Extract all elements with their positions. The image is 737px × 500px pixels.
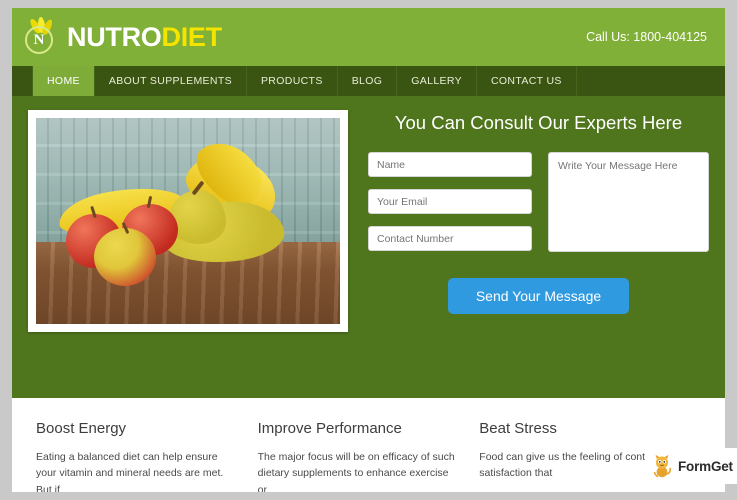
hero-image-frame — [28, 110, 348, 332]
send-message-button[interactable]: Send Your Message — [447, 278, 630, 314]
call-us-text[interactable]: Call Us: 1800-404125 — [586, 30, 707, 44]
features-section: Boost Energy Eating a balanced diet can … — [12, 398, 725, 492]
feature-text: The major focus will be on efficacy of s… — [257, 451, 455, 492]
site-header: N NUTRODIET Call Us: 1800-404125 — [12, 8, 725, 66]
feature-boost-energy: Boost Energy Eating a balanced diet can … — [36, 420, 258, 492]
brand-mark-letter: N — [33, 32, 45, 48]
nav-item-about-supplements[interactable]: ABOUT SUPPLEMENTS — [95, 66, 247, 96]
feature-text: Eating a balanced diet can help ensure y… — [36, 451, 224, 492]
hero-section: You Can Consult Our Experts Here Send Yo… — [12, 96, 725, 398]
formget-label: FormGet — [678, 458, 733, 474]
main-navigation: HOME ABOUT SUPPLEMENTS PRODUCTS BLOG GAL… — [12, 66, 725, 96]
name-input[interactable] — [368, 152, 532, 177]
wheat-leaf-icon: N — [22, 16, 60, 56]
nav-item-blog[interactable]: BLOG — [338, 66, 398, 96]
feature-title: Boost Energy — [36, 420, 127, 437]
brand-name-secondary: DIET — [161, 21, 223, 52]
feature-title: Beat Stress — [479, 420, 557, 437]
submit-row: Send Your Message — [368, 278, 709, 314]
consult-form: You Can Consult Our Experts Here Send Yo… — [348, 110, 709, 398]
brand-wordmark: NUTRODIET — [67, 21, 223, 52]
nav-item-products[interactable]: PRODUCTS — [247, 66, 338, 96]
nav-item-home[interactable]: HOME — [32, 66, 95, 96]
form-title: You Can Consult Our Experts Here — [394, 112, 683, 133]
contact-number-input[interactable] — [368, 226, 532, 251]
message-textarea[interactable] — [548, 152, 709, 252]
cat-mascot-icon — [651, 454, 673, 478]
website-viewport: N NUTRODIET Call Us: 1800-404125 HOME AB… — [12, 8, 725, 492]
brand-logo[interactable]: N NUTRODIET — [22, 16, 223, 56]
feature-title: Improve Performance — [257, 420, 402, 437]
screenshot-root: N NUTRODIET Call Us: 1800-404125 HOME AB… — [0, 0, 737, 500]
brand-name-primary: NUTRO — [67, 21, 162, 52]
fresh-fruit-photo — [36, 118, 340, 324]
bottom-gray-strip — [0, 492, 737, 500]
nav-item-contact-us[interactable]: CONTACT US — [477, 66, 577, 96]
form-left-fields — [368, 152, 532, 252]
nav-item-gallery[interactable]: GALLERY — [397, 66, 477, 96]
feature-improve-performance: Improve Performance The major focus will… — [258, 420, 480, 492]
email-input[interactable] — [368, 189, 532, 214]
form-fields-grid — [368, 152, 709, 252]
formget-watermark: FormGet — [645, 448, 737, 484]
